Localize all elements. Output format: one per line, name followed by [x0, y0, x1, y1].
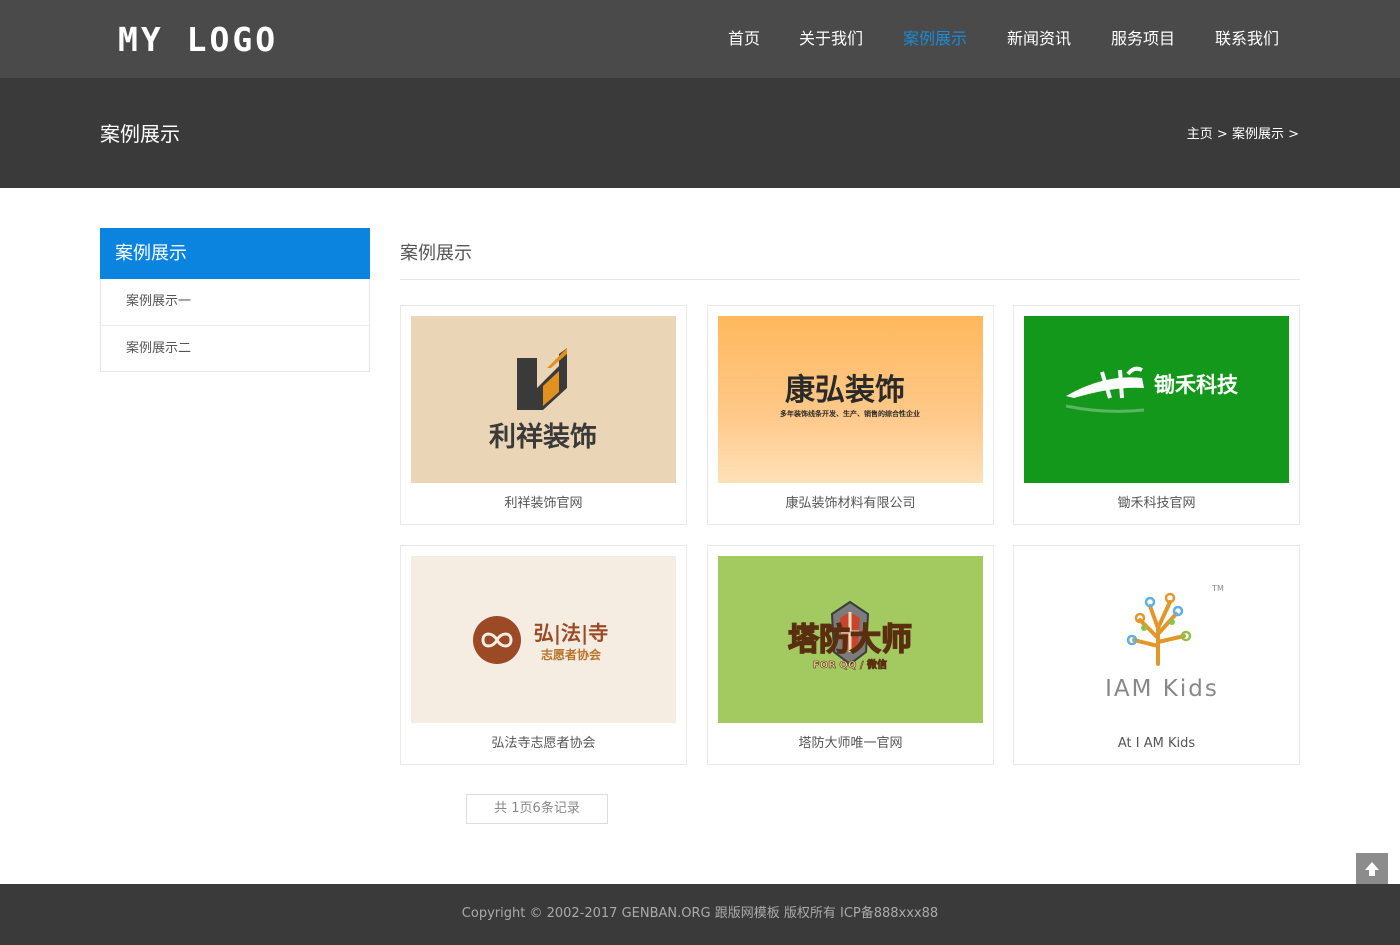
breadcrumb: 主页 > 案例展示 >: [1187, 126, 1299, 144]
breadcrumb-cases[interactable]: 案例展示: [1232, 127, 1284, 142]
case-logo-text: 利祥装饰: [489, 421, 597, 453]
case-card[interactable]: 康弘装饰 多年装饰线条开发、生产、销售的综合性企业 康弘装饰材料有限公司: [707, 305, 994, 525]
case-card[interactable]: 利祥装饰 利祥装饰官网: [400, 305, 687, 525]
case-logo-text: 塔防大师: [788, 622, 912, 658]
case-thumbnail[interactable]: 弘|法|寺 志愿者协会: [411, 556, 676, 723]
case-card[interactable]: 弘|法|寺 志愿者协会 弘法寺志愿者协会: [400, 545, 687, 765]
nav-services[interactable]: 服务项目: [1111, 28, 1175, 50]
sidebar-list: 案例展示一 案例展示二: [100, 279, 370, 372]
case-logo-subtext: 多年装饰线条开发、生产、销售的综合性企业: [780, 409, 920, 418]
case-thumbnail[interactable]: 康弘装饰 多年装饰线条开发、生产、销售的综合性企业: [718, 316, 983, 483]
page-banner: 案例展示 主页 > 案例展示 >: [0, 78, 1400, 188]
case-card[interactable]: 塔防大师 FOR QQ / 微信 塔防大师唯一官网: [707, 545, 994, 765]
case-card[interactable]: 锄禾科技 锄禾科技官网: [1013, 305, 1300, 525]
case-thumbnail[interactable]: 利祥装饰: [411, 316, 676, 483]
breadcrumb-home[interactable]: 主页: [1187, 127, 1213, 142]
case-caption[interactable]: 利祥装饰官网: [401, 495, 686, 513]
case-logo-text: IAM Kids: [1105, 676, 1219, 702]
main-nav: 首页 关于我们 案例展示 新闻资讯 服务项目 联系我们: [0, 28, 1400, 52]
sidebar-item-cases-two[interactable]: 案例展示二: [101, 325, 369, 371]
case-logo-text: 锄禾科技: [1154, 373, 1239, 397]
case-caption[interactable]: 塔防大师唯一官网: [708, 735, 993, 753]
case-logo-subtext: FOR QQ / 微信: [813, 658, 887, 671]
breadcrumb-separator: >: [1216, 127, 1228, 142]
copyright-text: Copyright © 2002-2017 GENBAN.ORG 跟版网模板 版…: [461, 906, 939, 921]
case-thumbnail[interactable]: 锄禾科技: [1024, 316, 1289, 483]
case-thumbnail[interactable]: 塔防大师 FOR QQ / 微信: [718, 556, 983, 723]
nav-home[interactable]: 首页: [728, 28, 760, 50]
case-logo-text: 康弘装饰: [785, 373, 905, 408]
case-caption[interactable]: 弘法寺志愿者协会: [401, 735, 686, 753]
case-caption[interactable]: 锄禾科技官网: [1014, 495, 1299, 513]
trademark-mark: TM: [1211, 584, 1224, 593]
nav-cases[interactable]: 案例展示: [903, 28, 967, 50]
section-divider: [400, 279, 1300, 280]
sidebar: 案例展示 案例展示一 案例展示二: [100, 228, 370, 372]
page-title: 案例展示: [100, 122, 180, 146]
case-card[interactable]: TM IAM Kids At I AM Kids: [1013, 545, 1300, 765]
case-caption[interactable]: At I AM Kids: [1014, 735, 1299, 753]
case-caption[interactable]: 康弘装饰材料有限公司: [708, 495, 993, 513]
site-footer: Copyright © 2002-2017 GENBAN.ORG 跟版网模板 版…: [0, 884, 1400, 945]
case-thumbnail[interactable]: TM IAM Kids: [1024, 556, 1289, 723]
site-header: MY LOGO 首页 关于我们 案例展示 新闻资讯 服务项目 联系我们: [0, 0, 1400, 78]
case-logo-text: 弘|法|寺: [534, 621, 609, 645]
section-title: 案例展示: [400, 243, 472, 264]
sidebar-item-cases-one[interactable]: 案例展示一: [101, 279, 369, 325]
nav-contact[interactable]: 联系我们: [1215, 28, 1279, 50]
breadcrumb-separator: >: [1288, 127, 1299, 142]
nav-about[interactable]: 关于我们: [799, 28, 863, 50]
pagination-info: 共 1页6条记录: [466, 794, 608, 824]
case-logo-subtext: 志愿者协会: [541, 647, 602, 662]
arrow-up-icon: [1365, 862, 1379, 876]
sidebar-title: 案例展示: [100, 228, 370, 279]
back-to-top-button[interactable]: [1356, 853, 1388, 885]
nav-news[interactable]: 新闻资讯: [1007, 28, 1071, 50]
